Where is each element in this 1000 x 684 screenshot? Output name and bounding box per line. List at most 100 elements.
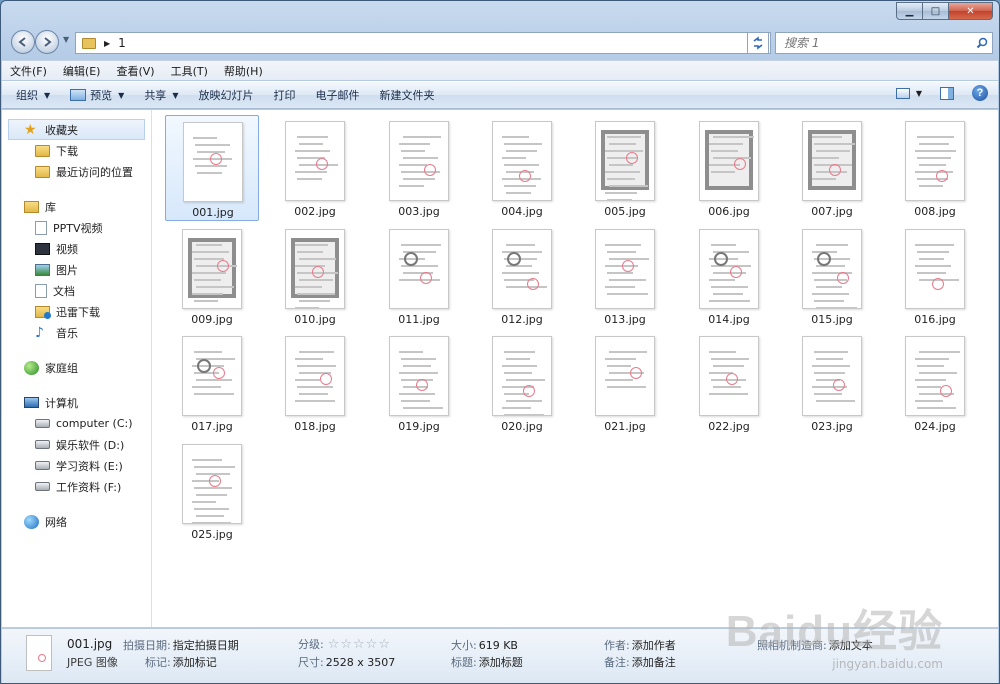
file-item[interactable]: 005.jpg [578, 115, 672, 221]
file-item[interactable]: 004.jpg [475, 115, 569, 221]
details-tags[interactable]: 标记: 添加标记 [145, 654, 217, 670]
share-button[interactable]: 共享 ▼ [144, 87, 178, 103]
nav-item-pptv[interactable]: PPTV视频 [2, 217, 151, 238]
help-icon[interactable]: ? [972, 85, 988, 101]
text-line [295, 286, 322, 288]
text-line [915, 400, 943, 402]
nav-item-favorites[interactable]: ★ 收藏夹 [8, 119, 145, 140]
nav-item-drive-d[interactable]: 娱乐软件 (D:) [2, 434, 151, 455]
maximize-button[interactable]: □ [923, 2, 949, 20]
file-item[interactable]: 013.jpg [578, 223, 672, 329]
print-button[interactable]: 打印 [273, 87, 295, 103]
menu-help[interactable]: 帮助(H) [224, 63, 263, 79]
details-date-taken[interactable]: 拍摄日期: 指定拍摄日期 [123, 637, 239, 653]
nav-label: 娱乐软件 (D:) [56, 438, 125, 452]
close-button[interactable]: ✕ [949, 2, 993, 20]
file-item[interactable]: 014.jpg [682, 223, 776, 329]
back-button[interactable] [11, 30, 35, 54]
view-controls: ▼ ? [895, 85, 988, 101]
nav-item-documents[interactable]: 文档 [2, 280, 151, 301]
preview-pane-icon[interactable] [940, 86, 954, 100]
file-item[interactable]: 008.jpg [888, 115, 982, 221]
file-item[interactable]: 002.jpg [268, 115, 362, 221]
file-item[interactable]: 010.jpg [268, 223, 362, 329]
arrow-left-icon [18, 37, 26, 47]
nav-item-videos[interactable]: 视频 [2, 238, 151, 259]
text-line [192, 272, 226, 274]
nav-item-thunder-downloads[interactable]: 迅雷下载 [2, 301, 151, 322]
forward-button[interactable] [35, 30, 59, 54]
file-item[interactable]: 011.jpg [372, 223, 466, 329]
nav-item-drive-f[interactable]: 工作资料 (F:) [2, 476, 151, 497]
nav-item-libraries[interactable]: 库 [2, 196, 151, 217]
search-icon[interactable] [972, 37, 992, 49]
file-item[interactable]: 017.jpg [165, 330, 259, 436]
view-options-dropdown[interactable]: ▼ [916, 89, 922, 98]
text-line [194, 393, 234, 395]
file-item[interactable]: 006.jpg [682, 115, 776, 221]
file-item[interactable]: 007.jpg [785, 115, 879, 221]
nav-item-homegroup[interactable]: 家庭组 [2, 357, 151, 378]
text-line [709, 300, 750, 302]
nav-item-recent-places[interactable]: 最近访问的位置 [2, 161, 151, 182]
new-folder-button[interactable]: 新建文件夹 [379, 87, 434, 103]
slideshow-button[interactable]: 放映幻灯片 [198, 87, 253, 103]
details-title[interactable]: 标题: 添加标题 [451, 654, 523, 670]
nav-item-drive-e[interactable]: 学习资料 (E:) [2, 455, 151, 476]
refresh-button[interactable] [747, 32, 769, 54]
file-item[interactable]: 020.jpg [475, 330, 569, 436]
text-line [192, 459, 222, 461]
nav-item-computer[interactable]: 计算机 [2, 392, 151, 413]
details-author[interactable]: 作者: 添加作者 [604, 637, 676, 653]
file-name: 018.jpg [294, 420, 336, 433]
preview-button[interactable]: 预览 ▼ [70, 87, 124, 103]
nav-item-music[interactable]: ♪ 音乐 [2, 322, 151, 343]
nav-item-pictures[interactable]: 图片 [2, 259, 151, 280]
text-line [506, 265, 532, 267]
file-item[interactable]: 003.jpg [372, 115, 466, 221]
minimize-button[interactable]: ▁ [896, 2, 923, 20]
text-line [297, 293, 335, 295]
recent-pages-dropdown[interactable]: ▼ [63, 35, 69, 44]
file-item[interactable]: 021.jpg [578, 330, 672, 436]
menu-view[interactable]: 查看(V) [116, 63, 154, 79]
file-thumbnail [285, 121, 345, 201]
file-item[interactable]: 022.jpg [682, 330, 776, 436]
menu-file[interactable]: 文件(F) [10, 63, 47, 79]
breadcrumb-separator-icon[interactable]: ▶ [104, 39, 110, 48]
address-row: ▼ ▶ 1 ▼ [9, 29, 993, 55]
search-box[interactable] [775, 32, 993, 54]
text-line [403, 178, 435, 180]
organize-button[interactable]: 组织 ▼ [16, 87, 50, 103]
change-view-icon[interactable] [895, 87, 910, 99]
file-item[interactable]: 023.jpg [785, 330, 879, 436]
file-item[interactable]: 015.jpg [785, 223, 879, 329]
navigation-pane: ★ 收藏夹 下载 最近访问的位置 库 PPTV视频 视频 图片 文档 迅雷下载 … [2, 110, 152, 627]
nav-label: 最近访问的位置 [56, 165, 133, 179]
file-item[interactable]: 025.jpg [165, 438, 259, 544]
file-item[interactable]: 018.jpg [268, 330, 362, 436]
file-item[interactable]: 024.jpg [888, 330, 982, 436]
address-bar[interactable]: ▶ 1 ▼ [75, 32, 771, 54]
menu-edit[interactable]: 编辑(E) [63, 63, 101, 79]
search-input[interactable] [784, 34, 972, 52]
email-button[interactable]: 电子邮件 [315, 87, 359, 103]
file-item[interactable]: 012.jpg [475, 223, 569, 329]
rating-stars-icon[interactable]: ☆☆☆☆☆ [328, 637, 391, 652]
nav-item-drive-c[interactable]: computer (C:) [2, 413, 151, 434]
file-item[interactable]: 009.jpg [165, 223, 259, 329]
organize-label: 组织 [16, 89, 38, 102]
file-item[interactable]: 016.jpg [888, 223, 982, 329]
details-comments[interactable]: 备注: 添加备注 [604, 654, 676, 670]
text-line [502, 251, 542, 253]
nav-item-downloads[interactable]: 下载 [2, 140, 151, 161]
file-item[interactable]: 001.jpg [165, 115, 259, 221]
nav-item-network[interactable]: 网络 [2, 511, 151, 532]
file-item[interactable]: 019.jpg [372, 330, 466, 436]
nav-label: 视频 [56, 242, 78, 256]
text-line [297, 178, 322, 180]
file-thumbnail [802, 336, 862, 416]
details-rating[interactable]: 分级: ☆☆☆☆☆ [298, 636, 391, 652]
breadcrumb-folder[interactable]: 1 [118, 36, 126, 50]
menu-tools[interactable]: 工具(T) [171, 63, 208, 79]
